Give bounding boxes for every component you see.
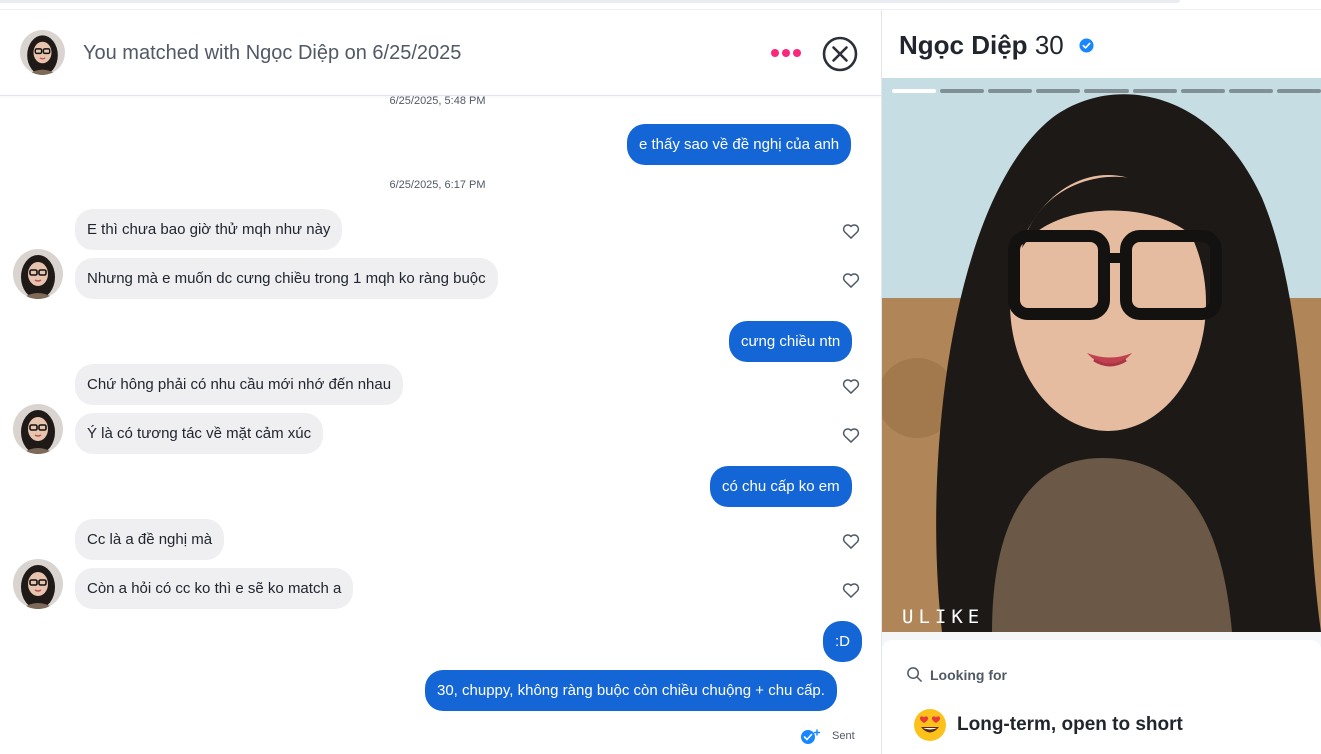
message-bubble-incoming[interactable]: Còn a hỏi có cc ko thì e sẽ ko match a <box>75 568 354 609</box>
photo-progress-segment[interactable] <box>892 89 937 93</box>
looking-for-label: Looking for <box>930 666 1007 683</box>
photo-progress-segment[interactable] <box>1180 89 1225 93</box>
sent-status: Sent <box>800 728 855 744</box>
match-avatar[interactable] <box>20 30 65 75</box>
like-heart-icon[interactable] <box>841 531 861 551</box>
looking-for-label-row: Looking for <box>906 666 1007 683</box>
chat-header: You matched with Ngọc Diệp on 6/25/2025 <box>0 10 881 96</box>
verified-badge-icon <box>1079 38 1094 53</box>
scroll-track <box>0 0 1180 3</box>
message-bubble-outgoing[interactable]: 30, chuppy, không ràng buộc còn chiều ch… <box>425 670 837 711</box>
message-bubble-incoming[interactable]: E thì chưa bao giờ thử mqh như này <box>75 209 343 250</box>
search-icon <box>907 667 922 682</box>
photo-progress <box>892 89 1321 93</box>
message-bubble-incoming[interactable]: Chứ hông phải có nhu cầu mới nhớ đến nha… <box>75 364 404 405</box>
profile-name: Ngọc Diệp <box>899 30 1028 60</box>
profile-photo[interactable]: ULIKE <box>882 78 1321 632</box>
more-dots-icon[interactable] <box>768 40 804 66</box>
message-bubble-incoming[interactable]: Nhưng mà e muốn dc cưng chiều trong 1 mq… <box>75 258 498 299</box>
photo-progress-segment[interactable] <box>1084 89 1129 93</box>
profile-panel: Ngọc Diệp 30 ULIKE Looking for Long-term… <box>882 10 1321 754</box>
profile-name-line: Ngọc Diệp 30 <box>899 30 1064 61</box>
profile-header: Ngọc Diệp 30 <box>882 10 1321 78</box>
photo-progress-segment[interactable] <box>1276 89 1321 93</box>
photo-progress-segment[interactable] <box>940 89 985 93</box>
looking-for-value-row: Long-term, open to short <box>913 708 1183 742</box>
profile-photo-image <box>882 78 1321 632</box>
photo-progress-segment[interactable] <box>1228 89 1273 93</box>
top-strip <box>0 0 1321 10</box>
photo-progress-segment[interactable] <box>1036 89 1081 93</box>
photo-watermark: ULIKE <box>902 606 985 628</box>
message-bubble-outgoing[interactable]: có chu cấp ko em <box>710 466 852 507</box>
sender-avatar[interactable] <box>13 249 63 299</box>
message-timestamp: 6/25/2025, 6:17 PM <box>389 179 486 191</box>
match-title: You matched with Ngọc Diệp on 6/25/2025 <box>83 42 462 64</box>
looking-for-card: Looking for Long-term, open to short <box>882 640 1321 754</box>
like-heart-icon[interactable] <box>841 580 861 600</box>
like-heart-icon[interactable] <box>841 376 861 396</box>
like-heart-icon[interactable] <box>841 221 861 241</box>
photo-progress-segment[interactable] <box>1132 89 1177 93</box>
sent-label: Sent <box>832 730 855 742</box>
message-bubble-outgoing[interactable]: :D <box>823 621 862 662</box>
like-heart-icon[interactable] <box>841 270 861 290</box>
heart-eyes-emoji-icon <box>914 709 946 741</box>
message-bubble-outgoing[interactable]: cưng chiều ntn <box>729 321 853 362</box>
close-circle-icon[interactable] <box>821 35 859 73</box>
photo-progress-segment[interactable] <box>988 89 1033 93</box>
message-bubble-outgoing[interactable]: e thấy sao về đề nghị của anh <box>627 124 852 165</box>
message-list[interactable]: 6/25/2025, 5:48 PM e thấy sao về đề nghị… <box>0 95 881 754</box>
message-bubble-incoming[interactable]: Ý là có tương tác về mặt cảm xúc <box>75 413 324 454</box>
sent-check-icon <box>801 729 821 744</box>
chat-panel: You matched with Ngọc Diệp on 6/25/2025 … <box>0 10 881 754</box>
message-timestamp: 6/25/2025, 5:48 PM <box>389 95 486 107</box>
sender-avatar[interactable] <box>13 559 63 609</box>
profile-age: 30 <box>1034 30 1064 60</box>
sender-avatar[interactable] <box>13 404 63 454</box>
like-heart-icon[interactable] <box>841 425 861 445</box>
message-bubble-incoming[interactable]: Cc là a đề nghị mà <box>75 519 225 560</box>
looking-for-value: Long-term, open to short <box>957 714 1183 735</box>
